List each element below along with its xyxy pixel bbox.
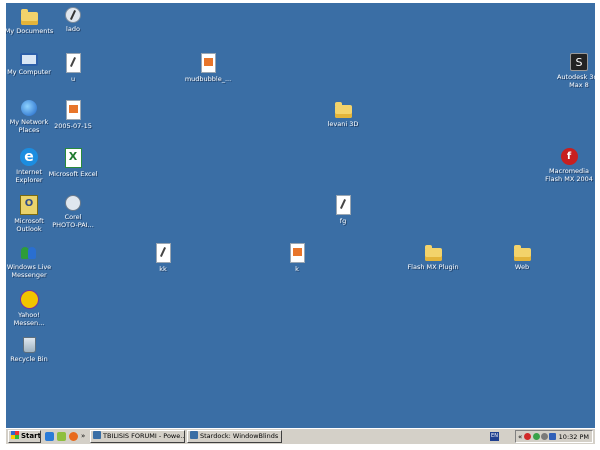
tray-chevron[interactable]: « — [518, 431, 522, 443]
desktop-icon-macromedia-flash[interactable]: f Macromedia Flash MX 2004 — [534, 148, 595, 183]
messenger-icon — [20, 243, 38, 261]
network-icon — [21, 100, 37, 116]
tray-stop-icon[interactable] — [524, 433, 531, 440]
taskbar: Start » TBILISIS FORUMI - Powe... Stardo… — [6, 428, 595, 444]
start-label: Start — [21, 432, 41, 440]
desktop-icon-mudbubble[interactable]: mudbubble_... — [173, 53, 243, 83]
desktop-icon-web[interactable]: Web — [487, 243, 557, 271]
task-label: Stardock: WindowBlinds ... — [200, 432, 282, 440]
excel-icon: X — [64, 148, 82, 168]
icon-label: Autodesk 3ds Max 8 — [556, 73, 595, 89]
taskbar-task-tbilisis-forumi[interactable]: TBILISIS FORUMI - Powe... — [90, 430, 185, 443]
windows-logo-icon — [11, 431, 19, 439]
desktop-icon-yahoo-messenger[interactable]: Yahoo! Messen... — [6, 290, 64, 327]
desktop-icon-fg[interactable]: fg — [308, 195, 378, 225]
desktop: My Documents My Computer My Network Plac… — [6, 3, 595, 428]
desktop-icon-kk[interactable]: kk — [128, 243, 198, 273]
flash-icon: f — [560, 148, 578, 165]
quick-launch-chevron[interactable]: » — [81, 430, 85, 442]
desktop-icon-windows-live-messenger[interactable]: Windows Live Messenger — [6, 243, 64, 279]
icon-label: fg — [339, 217, 347, 225]
icon-label: u — [70, 75, 76, 83]
folder-icon — [20, 9, 38, 25]
desktop-icon-microsoft-excel[interactable]: X Microsoft Excel — [38, 148, 108, 178]
desktop-icon-flash-mx-plugin[interactable]: Flash MX Plugin — [398, 243, 468, 271]
desktop-icon-corel[interactable]: Corel PHOTO-PAI... — [38, 195, 108, 229]
image-file-icon — [200, 53, 216, 73]
quick-launch-media-icon[interactable] — [57, 432, 66, 441]
ie-icon: e — [20, 148, 38, 166]
taskbar-task-stardock[interactable]: Stardock: WindowBlinds ... — [187, 430, 282, 443]
icon-label: Flash MX Plugin — [407, 263, 459, 271]
tray-monitor-icon[interactable] — [549, 433, 556, 440]
system-tray: « 10:32 PM — [515, 430, 593, 443]
icon-label: Yahoo! Messen... — [13, 311, 45, 327]
desktop-icon-2005-07-15[interactable]: 2005-07-15 — [38, 100, 108, 130]
shortcut-icon — [65, 7, 81, 23]
desktop-icon-u[interactable]: u — [38, 53, 108, 83]
icon-label: lado — [66, 25, 80, 33]
autodesk-icon: S — [570, 53, 588, 71]
icon-label: Windows Live Messenger — [6, 263, 52, 279]
desktop-icon-k[interactable]: k — [262, 243, 332, 273]
desktop-icon-recycle-bin[interactable]: Recycle Bin — [6, 337, 64, 363]
desktop-icon-lado[interactable]: lado — [38, 7, 108, 33]
recycle-bin-icon — [22, 337, 36, 353]
desktop-icon-levani-3d[interactable]: levani 3D — [308, 100, 378, 128]
clock[interactable]: 10:32 PM — [559, 432, 589, 442]
icon-label: Corel PHOTO-PAI... — [52, 213, 94, 229]
computer-icon — [20, 53, 38, 66]
icon-label: Recycle Bin — [10, 355, 48, 363]
document-icon — [65, 53, 81, 73]
corel-icon — [65, 195, 81, 211]
shortcut-icon — [335, 195, 351, 215]
icon-label: k — [295, 265, 299, 273]
screen: My Documents My Computer My Network Plac… — [6, 3, 595, 444]
icon-label: mudbubble_... — [184, 75, 232, 83]
folder-icon — [424, 245, 442, 261]
start-button[interactable]: Start — [8, 430, 41, 443]
outlook-icon: O — [20, 195, 38, 215]
icon-label: Macromedia Flash MX 2004 — [545, 167, 593, 183]
ie-icon — [190, 431, 198, 439]
task-label: TBILISIS FORUMI - Powe... — [103, 432, 185, 440]
tray-network-icon[interactable] — [533, 433, 540, 440]
shortcut-icon — [155, 243, 171, 263]
icon-label: Microsoft Excel — [48, 170, 98, 178]
image-file-icon — [289, 243, 305, 263]
icon-label: Web — [514, 263, 530, 271]
desktop-icon-autodesk-3ds-max[interactable]: S Autodesk 3ds Max 8 — [544, 53, 595, 89]
image-file-icon — [65, 100, 81, 120]
yahoo-icon — [19, 290, 39, 309]
quick-launch-firefox-icon[interactable] — [69, 432, 78, 441]
icon-label: kk — [159, 265, 167, 273]
ie-icon — [93, 431, 101, 439]
folder-icon — [513, 245, 531, 261]
quick-launch-desktop-icon[interactable] — [45, 432, 54, 441]
language-indicator[interactable]: EN — [490, 432, 499, 441]
folder-icon — [334, 102, 352, 118]
tray-settings-icon[interactable] — [541, 433, 548, 440]
icon-label: levani 3D — [327, 120, 359, 128]
icon-label: 2005-07-15 — [54, 122, 92, 130]
